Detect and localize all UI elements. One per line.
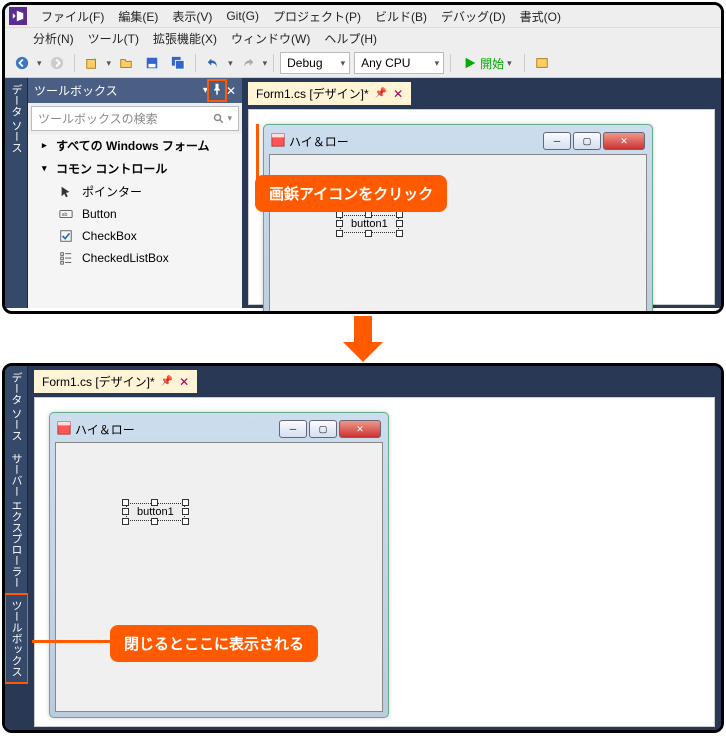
form-icon bbox=[57, 421, 71, 438]
form-icon bbox=[271, 133, 285, 150]
menu-item[interactable]: 編集(E) bbox=[118, 8, 158, 25]
annotation-callout-1: 画鋲アイコンをクリック bbox=[255, 175, 447, 212]
toolbox-search-input[interactable]: ツールボックスの検索 ▾ bbox=[31, 106, 239, 131]
maximize-button[interactable]: ▢ bbox=[573, 132, 601, 150]
toolbar: ▾ ▾ ▾ ▾ Debug Any CPU 開始 ▾ bbox=[5, 49, 721, 78]
menu-item[interactable]: ビルド(B) bbox=[375, 8, 427, 25]
dropdown-icon[interactable]: ▾ bbox=[203, 85, 208, 96]
save-button[interactable] bbox=[141, 52, 163, 74]
toolbox-panel: ツールボックス ▾ ✕ ツールボックスの検索 ▾ すべての Windows フォ… bbox=[28, 78, 242, 308]
toolbox-header: ツールボックス ▾ ✕ bbox=[28, 78, 242, 103]
search-icon: ▾ bbox=[213, 113, 232, 125]
checkedlistbox-icon bbox=[58, 250, 74, 266]
tree-item-checkbox[interactable]: CheckBox bbox=[28, 225, 242, 247]
form-client-area[interactable]: button1 bbox=[55, 442, 383, 712]
svg-text:ab: ab bbox=[62, 212, 68, 218]
tab-close-icon[interactable]: ✕ bbox=[393, 87, 403, 101]
menu-item[interactable]: ファイル(F) bbox=[41, 8, 104, 25]
toolbox-title: ツールボックス bbox=[34, 82, 118, 99]
tab-pin-icon[interactable]: 📌 bbox=[161, 376, 173, 387]
platform-combo[interactable]: Any CPU bbox=[354, 52, 444, 74]
toolbox-tree: すべての Windows フォーム コモン コントロール ポインター ab Bu… bbox=[28, 134, 242, 308]
vs-logo-icon bbox=[9, 7, 27, 25]
new-project-button[interactable] bbox=[81, 52, 103, 74]
menu-item[interactable]: 拡張機能(X) bbox=[153, 30, 217, 47]
side-tab-data-sources[interactable]: データ ソース bbox=[5, 78, 28, 308]
form-preview[interactable]: ハイ＆ロー ─ ▢ ✕ button1 bbox=[263, 124, 653, 314]
minimize-button[interactable]: ─ bbox=[543, 132, 571, 150]
tab-pin-icon[interactable]: 📌 bbox=[375, 88, 387, 99]
pin-icon[interactable] bbox=[210, 82, 224, 99]
menu-item[interactable]: 分析(N) bbox=[33, 30, 74, 47]
checkbox-icon bbox=[58, 228, 74, 244]
side-tab-server-explorer[interactable]: サーバー エクスプローラー bbox=[5, 447, 28, 594]
extra-button[interactable] bbox=[531, 52, 553, 74]
tree-item-button[interactable]: ab Button bbox=[28, 203, 242, 225]
menu-item[interactable]: ウィンドウ(W) bbox=[231, 30, 310, 47]
close-icon[interactable]: ✕ bbox=[226, 84, 236, 98]
form-preview[interactable]: ハイ＆ロー ─ ▢ ✕ button1 bbox=[49, 412, 389, 718]
start-debug-button[interactable]: 開始 ▾ bbox=[457, 55, 518, 72]
designer-button1[interactable]: button1 bbox=[340, 215, 399, 233]
menu-item[interactable]: デバッグ(D) bbox=[441, 8, 506, 25]
nav-back-button[interactable] bbox=[11, 52, 33, 74]
save-all-button[interactable] bbox=[167, 52, 189, 74]
tree-group-common-controls[interactable]: コモン コントロール bbox=[28, 157, 242, 180]
tree-item-pointer[interactable]: ポインター bbox=[28, 180, 242, 203]
minimize-button[interactable]: ─ bbox=[279, 420, 307, 438]
form-title: ハイ＆ロー bbox=[75, 421, 135, 438]
open-button[interactable] bbox=[115, 52, 137, 74]
side-tab-toolbox[interactable]: ツールボックス bbox=[5, 594, 28, 683]
tab-close-icon[interactable]: ✕ bbox=[179, 375, 189, 389]
maximize-button[interactable]: ▢ bbox=[309, 420, 337, 438]
config-combo[interactable]: Debug bbox=[280, 52, 350, 74]
undo-button[interactable] bbox=[202, 52, 224, 74]
document-tab-form1[interactable]: Form1.cs [デザイン]* 📌 ✕ bbox=[34, 370, 197, 393]
designer-surface[interactable]: ハイ＆ロー ─ ▢ ✕ button1 bbox=[34, 397, 715, 727]
menu-item[interactable]: プロジェクト(P) bbox=[273, 8, 361, 25]
nav-fwd-button[interactable] bbox=[46, 52, 68, 74]
menu-item[interactable]: 書式(O) bbox=[520, 8, 561, 25]
menu-item[interactable]: ヘルプ(H) bbox=[324, 30, 377, 47]
tree-item-checkedlistbox[interactable]: CheckedListBox bbox=[28, 247, 242, 269]
button-icon: ab bbox=[58, 206, 74, 222]
designer-area: Form1.cs [デザイン]* 📌 ✕ ハイ＆ロー ─ ▢ bbox=[28, 366, 721, 730]
menu-item[interactable]: Git(G) bbox=[226, 9, 259, 23]
window-close-button[interactable]: ✕ bbox=[339, 420, 381, 438]
redo-button[interactable] bbox=[237, 52, 259, 74]
form-title: ハイ＆ロー bbox=[289, 133, 349, 150]
menu-item[interactable]: ツール(T) bbox=[88, 30, 139, 47]
designer-button1[interactable]: button1 bbox=[126, 503, 185, 521]
menu-bar-row2: 分析(N) ツール(T) 拡張機能(X) ウィンドウ(W) ヘルプ(H) bbox=[5, 28, 721, 49]
menu-item[interactable]: 表示(V) bbox=[172, 8, 212, 25]
window-close-button[interactable]: ✕ bbox=[603, 132, 645, 150]
document-tab-form1[interactable]: Form1.cs [デザイン]* 📌 ✕ bbox=[248, 82, 411, 105]
tree-group-all-windows-forms[interactable]: すべての Windows フォーム bbox=[28, 134, 242, 157]
arrow-down-icon bbox=[343, 316, 383, 361]
annotation-callout-2: 閉じるとここに表示される bbox=[110, 625, 318, 662]
side-tab-data-sources[interactable]: データ ソース bbox=[5, 366, 28, 447]
menu-bar-row1: ファイル(F) 編集(E) 表示(V) Git(G) プロジェクト(P) ビルド… bbox=[5, 5, 721, 28]
pointer-icon bbox=[58, 184, 74, 200]
